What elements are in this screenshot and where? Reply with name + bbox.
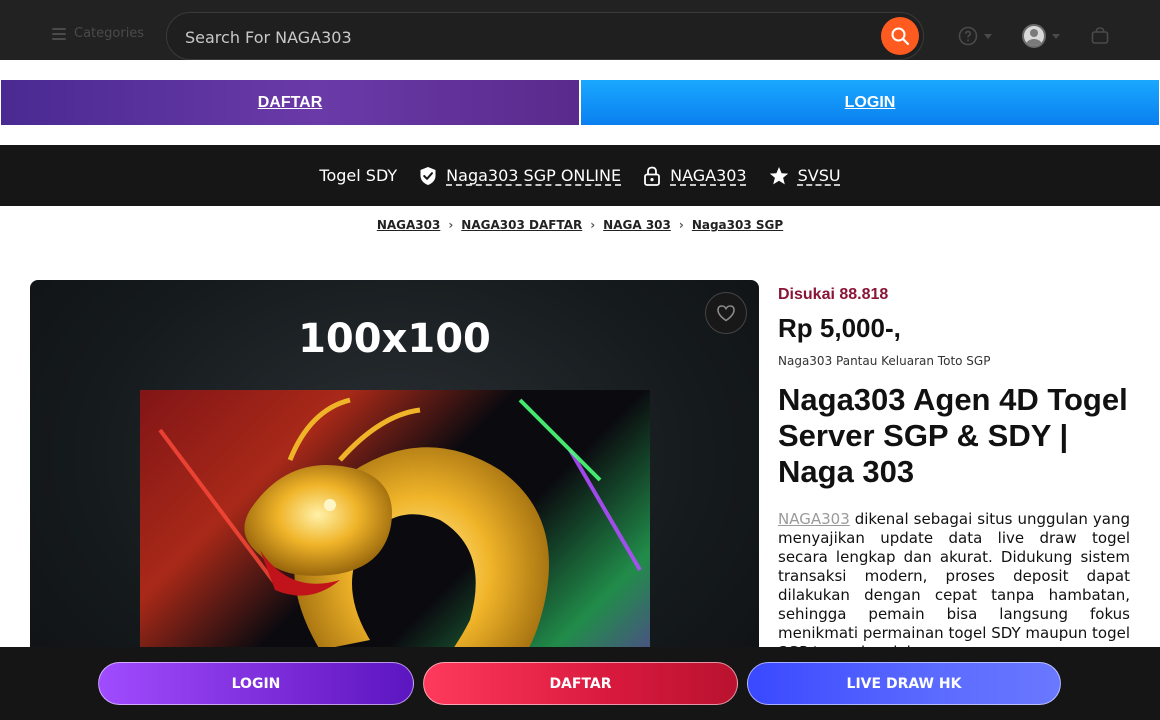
description-link[interactable]: NAGA303	[778, 510, 850, 528]
cart-button[interactable]	[1090, 26, 1110, 50]
nav-label: Naga303 SGP ONLINE	[446, 166, 622, 185]
product-description: NAGA303 dikenal sebagai situs unggulan y…	[778, 510, 1130, 662]
bottom-daftar-button[interactable]: DAFTAR	[423, 662, 738, 705]
nav-item-naga303[interactable]: NAGA303	[643, 166, 747, 186]
top-header: Categories	[0, 0, 1160, 60]
chevron-down-icon	[984, 33, 992, 39]
nav-label: SVSU	[797, 166, 841, 185]
heart-icon	[717, 305, 735, 322]
avatar	[1022, 24, 1046, 48]
categories-menu[interactable]: Categories	[52, 26, 144, 41]
feature-nav: Togel SDY Naga303 SGP ONLINE NAGA303 SVS…	[0, 145, 1160, 206]
lock-icon	[644, 166, 660, 186]
likes-count: Disukai 88.818	[778, 286, 889, 303]
bottom-login-button[interactable]: LOGIN	[98, 662, 414, 705]
breadcrumb-link[interactable]: Naga303 SGP	[692, 218, 783, 232]
help-icon	[958, 26, 978, 46]
nav-item-sgp-online[interactable]: Naga303 SGP ONLINE	[419, 166, 621, 186]
verified-shield-icon	[420, 166, 436, 185]
bottom-action-bar: LOGIN DAFTAR LIVE DRAW HK	[0, 647, 1160, 720]
breadcrumb-link[interactable]: NAGA 303	[603, 218, 671, 232]
search-input[interactable]	[185, 25, 865, 49]
search-icon	[891, 27, 910, 46]
favorite-button[interactable]	[705, 292, 747, 334]
image-caption: 100x100	[298, 316, 491, 362]
nav-item-togel-sdy: Togel SDY	[319, 166, 397, 185]
account-menu[interactable]	[1022, 24, 1060, 48]
star-icon	[769, 166, 788, 184]
product-price: Rp 5,000-,	[778, 313, 901, 343]
breadcrumb-link[interactable]: NAGA303	[377, 218, 441, 232]
daftar-button[interactable]: DAFTAR	[1, 80, 579, 125]
shopping-bag-icon	[1091, 27, 1109, 44]
chevron-right-icon: ›	[678, 218, 684, 232]
help-menu[interactable]	[958, 26, 992, 46]
nav-label: Togel SDY	[319, 166, 398, 185]
user-icon	[1026, 29, 1042, 46]
nav-label: NAGA303	[670, 166, 747, 185]
breadcrumb: NAGA303 › NAGA303 DAFTAR › NAGA 303 › Na…	[0, 218, 1160, 232]
chevron-right-icon: ›	[448, 218, 454, 232]
categories-label: Categories	[74, 26, 145, 41]
login-button[interactable]: LOGIN	[581, 80, 1159, 125]
product-subtitle: Naga303 Pantau Keluaran Toto SGP	[778, 354, 991, 368]
chevron-down-icon	[1052, 33, 1060, 39]
description-text: dikenal sebagai situs unggulan yang meny…	[778, 510, 1130, 661]
breadcrumb-link[interactable]: NAGA303 DAFTAR	[461, 218, 582, 232]
product-title: Naga303 Agen 4D Togel Server SGP & SDY |…	[778, 382, 1128, 489]
search-button[interactable]	[881, 17, 919, 55]
menu-icon	[52, 27, 66, 40]
live-draw-hk-button[interactable]: LIVE DRAW HK	[747, 662, 1061, 705]
chevron-right-icon: ›	[590, 218, 596, 232]
search-bar	[166, 12, 924, 60]
nav-item-svsu[interactable]: SVSU	[769, 166, 841, 186]
